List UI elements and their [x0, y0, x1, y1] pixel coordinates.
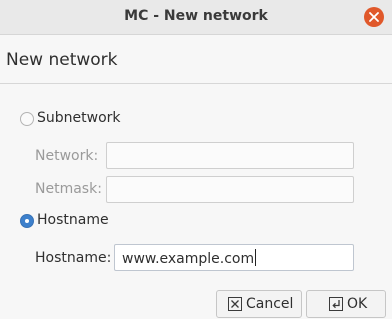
- dialog-heading: New network: [6, 50, 118, 70]
- hostname-value: www.example.com: [122, 251, 255, 267]
- ok-button[interactable]: OK: [306, 290, 386, 318]
- close-icon: [369, 12, 379, 22]
- hostname-radio[interactable]: [20, 214, 34, 228]
- text-caret: [255, 249, 257, 266]
- cancel-icon: [228, 297, 242, 311]
- network-label: Network:: [35, 148, 99, 164]
- close-button[interactable]: [364, 7, 384, 27]
- enter-icon: [329, 297, 343, 311]
- subnetwork-radio-label[interactable]: Subnetwork: [37, 110, 121, 126]
- cancel-button-label: Cancel: [246, 296, 294, 312]
- dialog-header: New network: [0, 35, 392, 84]
- network-input[interactable]: [106, 142, 354, 169]
- subnetwork-radio[interactable]: [20, 112, 34, 126]
- ok-button-label: OK: [347, 296, 368, 312]
- netmask-label: Netmask:: [35, 181, 102, 197]
- hostname-label: Hostname:: [35, 250, 112, 266]
- title-bar: MC - New network: [0, 0, 392, 35]
- netmask-input[interactable]: [106, 176, 354, 203]
- hostname-radio-label[interactable]: Hostname: [37, 212, 109, 228]
- hostname-input[interactable]: www.example.com: [114, 244, 354, 271]
- window-title: MC - New network: [124, 8, 268, 24]
- dialog-content: Subnetwork Network: Netmask: Hostname Ho…: [0, 84, 392, 319]
- cancel-button[interactable]: Cancel: [216, 290, 302, 318]
